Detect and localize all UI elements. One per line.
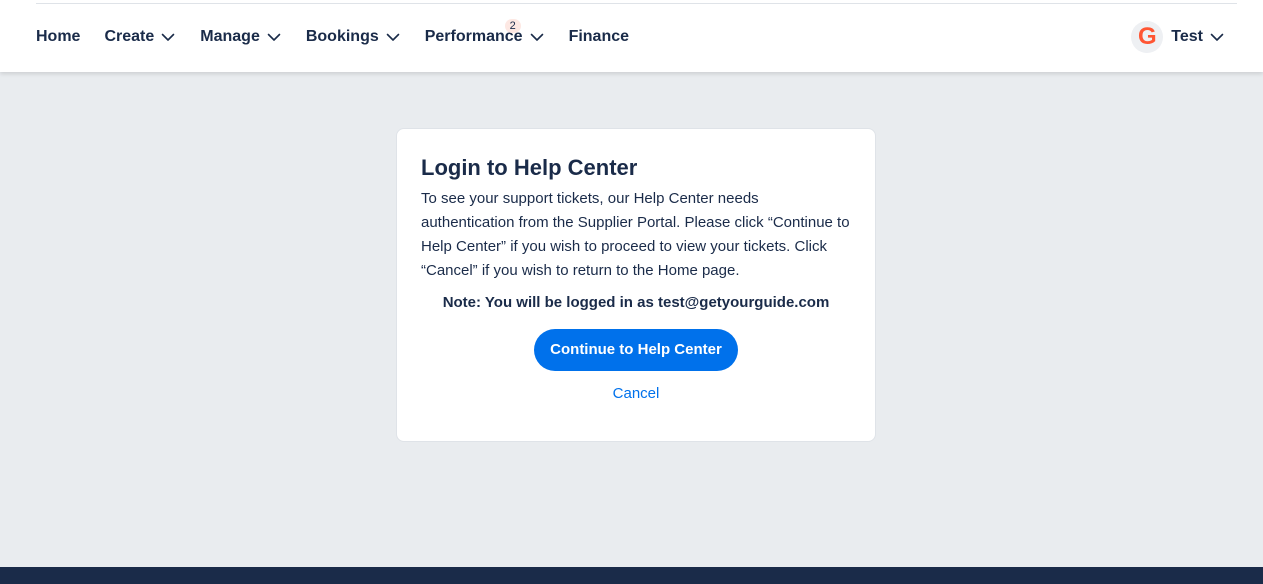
nav-item-label: Manage xyxy=(200,28,260,45)
dialog-title: Login to Help Center xyxy=(421,155,638,180)
dialog-description: To see your support tickets, our Help Ce… xyxy=(421,190,850,279)
notification-badge: 2 xyxy=(504,19,521,33)
user-name: Test xyxy=(1171,28,1203,45)
nav-item-manage[interactable]: Manage xyxy=(200,28,282,46)
login-note: Note: You will be logged in as test@gety… xyxy=(442,294,830,311)
getyourguide-logo-icon: G xyxy=(1137,23,1157,50)
nav-item-label: Bookings xyxy=(305,28,379,45)
cancel-link-wrap: Cancel xyxy=(421,385,851,403)
nav-item-bookings[interactable]: Bookings xyxy=(306,28,401,46)
main-nav: Home Create Manage Bookings Performance … xyxy=(36,19,629,50)
chevron-down-icon xyxy=(530,33,543,41)
nav-item-performance[interactable]: Performance 2 xyxy=(425,19,545,46)
nav-item-label: Finance xyxy=(568,28,630,45)
top-divider xyxy=(36,3,1237,4)
cancel-link[interactable]: Cancel xyxy=(613,385,660,402)
nav-item-label: Home xyxy=(36,28,81,45)
nav-item-label: Create xyxy=(104,28,155,45)
avatar: G xyxy=(1131,21,1164,53)
chevron-down-icon xyxy=(386,33,400,41)
nav-item-create[interactable]: Create xyxy=(104,28,176,46)
nav-item-home[interactable]: Home xyxy=(36,28,80,46)
chevron-down-icon xyxy=(1210,33,1224,41)
chevron-down-icon xyxy=(161,33,175,41)
user-menu[interactable]: G Test xyxy=(1131,21,1225,53)
continue-button-wrap: Continue to Help Center xyxy=(421,329,851,371)
top-navigation-bar: Home Create Manage Bookings Performance … xyxy=(0,0,1263,72)
chevron-down-icon xyxy=(267,33,281,41)
help-center-login-dialog: Login to Help Center To see your support… xyxy=(396,128,876,442)
footer xyxy=(0,567,1263,584)
nav-item-finance[interactable]: Finance xyxy=(569,28,629,46)
continue-to-help-center-button[interactable]: Continue to Help Center xyxy=(534,329,738,371)
